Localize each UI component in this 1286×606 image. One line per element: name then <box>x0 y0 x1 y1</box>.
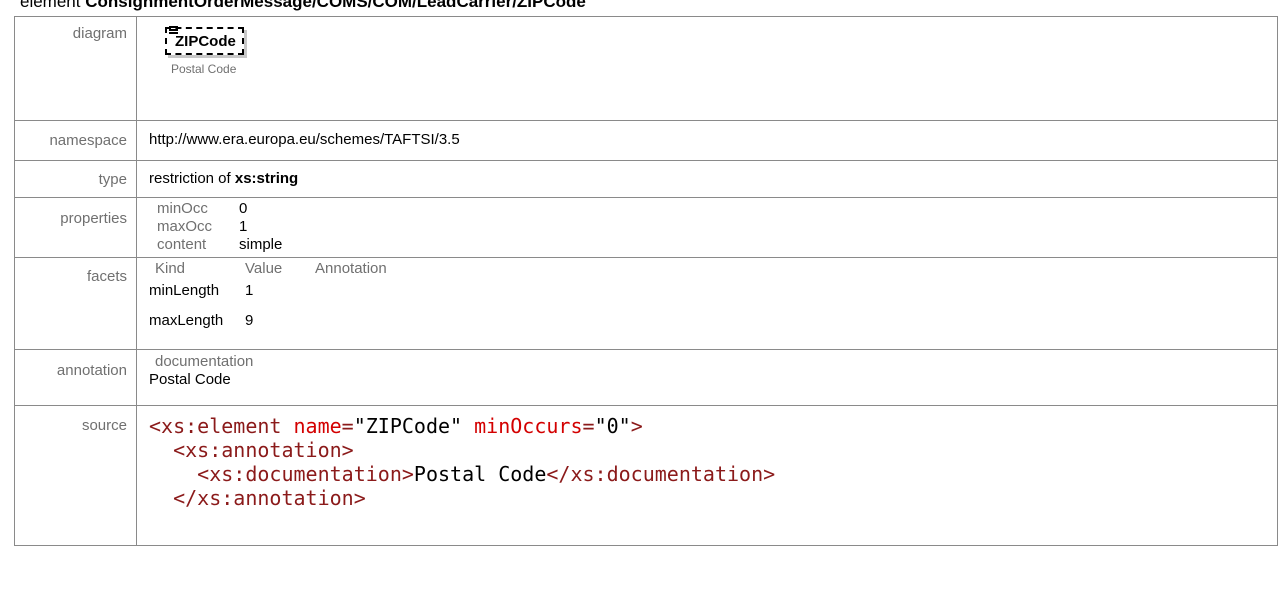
code-attr: name <box>293 414 342 438</box>
label-facets: facets <box>14 257 137 350</box>
heading-prefix: element <box>20 0 81 11</box>
label-annotation: annotation <box>14 349 137 406</box>
code-attr: minOccurs <box>474 414 583 438</box>
row-facets: facets Kind Value Annotation minLength 1… <box>14 257 1278 350</box>
facets-table: Kind Value Annotation minLength 1 maxLen… <box>149 260 1277 336</box>
code-val: "ZIPCode" <box>353 414 463 438</box>
property-value: simple <box>239 236 283 253</box>
row-source: source <xs:element name="ZIPCode" minOcc… <box>14 405 1278 546</box>
property-key: minOcc <box>157 200 208 217</box>
code-tag: </xs:documentation> <box>546 462 776 486</box>
element-diagram-box[interactable]: ZIPCode <box>165 26 244 55</box>
facet-value: 9 <box>245 312 254 329</box>
code-tag: </xs:annotation> <box>173 486 366 510</box>
property-value: 1 <box>239 218 248 235</box>
facets-header-annotation: Annotation <box>315 260 387 277</box>
code-tag: > <box>630 414 643 438</box>
property-value: 0 <box>239 200 248 217</box>
code-tag: <xs:element <box>149 414 282 438</box>
row-diagram: diagram ZIPCode Postal Code <box>14 16 1278 121</box>
code-eq: = <box>582 414 595 438</box>
property-key: content <box>157 236 207 253</box>
row-annotation: annotation documentation Postal Code <box>14 349 1278 406</box>
diagram-element-name: ZIPCode <box>175 33 236 50</box>
row-namespace: namespace http://www.era.europa.eu/schem… <box>14 120 1278 161</box>
facets-cell: Kind Value Annotation minLength 1 maxLen… <box>136 257 1278 350</box>
label-type: type <box>14 160 137 198</box>
facet-value: 1 <box>245 282 254 299</box>
properties-cell: minOcc 0 maxOcc 1 content simple <box>136 197 1278 258</box>
code-val: "0" <box>594 414 631 438</box>
element-doc-table: diagram ZIPCode Postal Code namespace ht… <box>14 16 1278 546</box>
property-key: maxOcc <box>157 218 213 235</box>
facets-header-kind: Kind <box>155 260 186 277</box>
type-prefix: restriction of <box>149 170 231 187</box>
label-diagram: diagram <box>14 16 137 121</box>
row-properties: properties minOcc 0 maxOcc 1 content sim… <box>14 197 1278 258</box>
element-list-icon <box>169 26 178 35</box>
row-type: type restriction of xs:string <box>14 160 1278 198</box>
code-tag: <xs:documentation> <box>197 462 414 486</box>
code-tag: <xs:annotation> <box>173 438 354 462</box>
facet-annotation <box>309 278 1277 306</box>
source-code: <xs:element name="ZIPCode" minOccurs="0"… <box>149 406 1277 510</box>
code-eq: = <box>341 414 354 438</box>
label-properties: properties <box>14 197 137 258</box>
type-base[interactable]: xs:string <box>235 170 298 187</box>
annotation-cell: documentation Postal Code <box>136 349 1278 406</box>
heading-path: ConsignmentOrderMessage/COMS/COM/LeadCar… <box>85 0 586 11</box>
facet-annotation <box>309 306 1277 336</box>
code-text: Postal Code <box>413 462 547 486</box>
type-value: restriction of xs:string <box>136 160 1278 198</box>
annotation-text: Postal Code <box>149 371 231 388</box>
label-source: source <box>14 405 137 546</box>
source-cell: <xs:element name="ZIPCode" minOccurs="0"… <box>136 405 1278 546</box>
facet-kind: minLength <box>149 282 220 299</box>
label-namespace: namespace <box>14 120 137 161</box>
facet-kind: maxLength <box>149 312 224 329</box>
annotation-key: documentation <box>155 353 254 370</box>
page-heading: element ConsignmentOrderMessage/COMS/COM… <box>20 0 586 12</box>
diagram-cell: ZIPCode Postal Code <box>136 16 1278 121</box>
namespace-value: http://www.era.europa.eu/schemes/TAFTSI/… <box>136 120 1278 161</box>
properties-list: minOcc 0 maxOcc 1 content simple <box>149 200 1277 254</box>
diagram-subtitle: Postal Code <box>171 62 237 76</box>
facets-header-value: Value <box>245 260 283 277</box>
